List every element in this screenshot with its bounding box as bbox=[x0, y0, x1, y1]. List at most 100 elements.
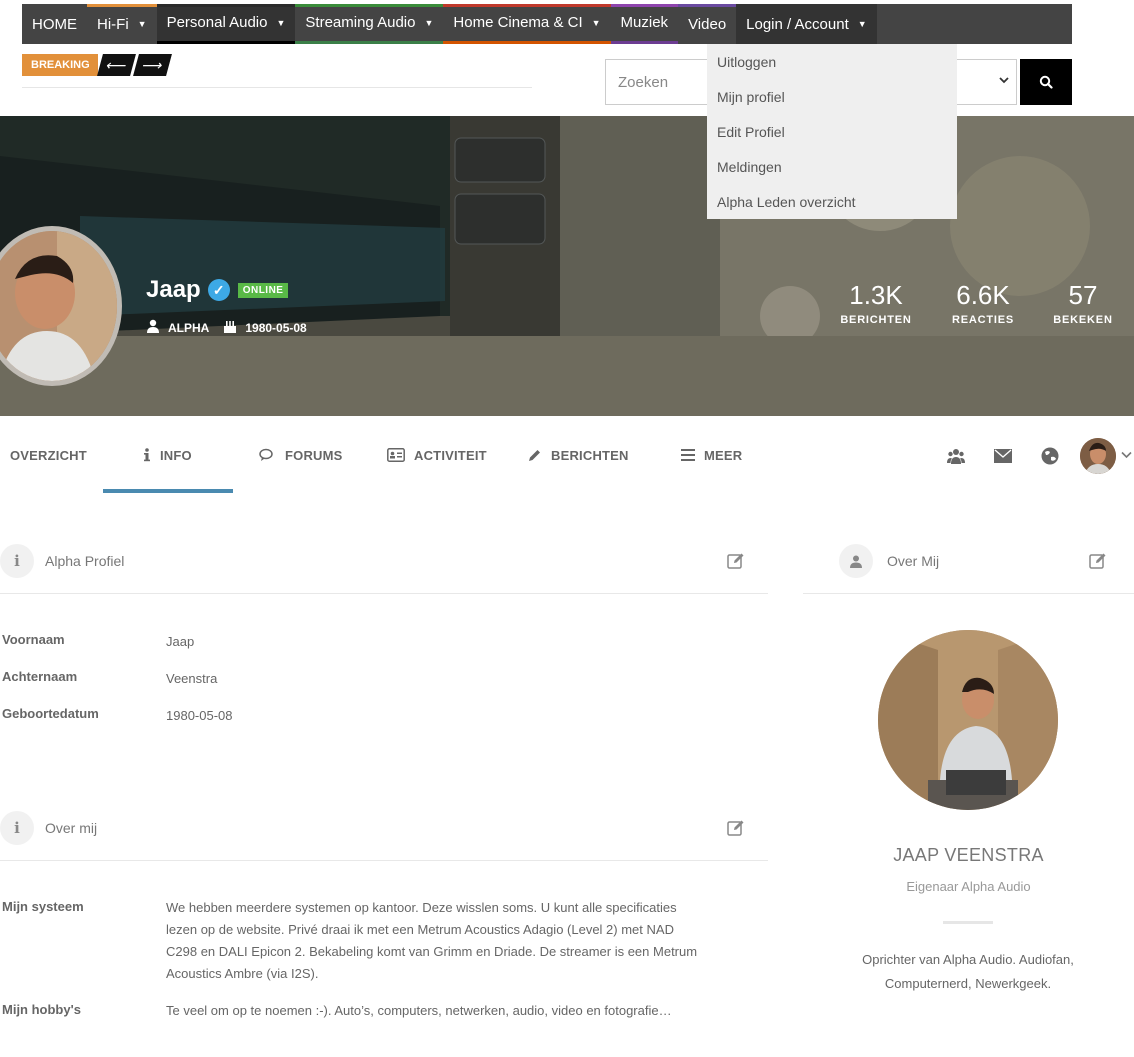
birthdate-text: 1980-05-08 bbox=[245, 320, 307, 335]
user-icon bbox=[839, 544, 873, 578]
nav-login-account[interactable]: Login / Account ▼ bbox=[736, 4, 877, 44]
id-card-icon bbox=[387, 448, 405, 462]
card-title: Over Mij bbox=[887, 553, 940, 569]
nav-hifi[interactable]: Hi-Fi ▼ bbox=[87, 4, 157, 44]
tab-label: BERICHTEN bbox=[551, 447, 629, 463]
chevron-down-icon[interactable] bbox=[1121, 450, 1132, 462]
users-icon[interactable] bbox=[946, 446, 966, 466]
stat-bekeken: 57 BEKEKEN bbox=[1050, 280, 1116, 326]
chat-icon bbox=[259, 448, 276, 462]
nav-home-cinema[interactable]: Home Cinema & CI ▼ bbox=[443, 4, 611, 44]
nav-hifi-label: Hi-Fi bbox=[97, 15, 129, 33]
envelope-icon[interactable] bbox=[993, 446, 1013, 466]
stat-reacties: 6.6K REACTIES bbox=[943, 280, 1023, 326]
user-menu-avatar[interactable] bbox=[1080, 438, 1116, 474]
chevron-down-icon: ▼ bbox=[424, 17, 434, 28]
field-value: Veenstra bbox=[166, 671, 218, 686]
profile-photo bbox=[878, 630, 1058, 810]
tab-label: OVERZICHT bbox=[10, 447, 87, 463]
chevron-down-icon[interactable] bbox=[998, 74, 1010, 89]
nav-home-cinema-label: Home Cinema & CI bbox=[453, 14, 583, 31]
active-tab-indicator bbox=[103, 489, 233, 493]
main-nav: HOME Hi-Fi ▼ Personal Audio ▼ Streaming Au… bbox=[22, 4, 1072, 44]
stat-value: 6.6K bbox=[956, 280, 1010, 310]
nav-personal-audio-label: Personal Audio bbox=[166, 14, 268, 31]
field-value: Jaap bbox=[166, 634, 195, 649]
field-label: Mijn systeem bbox=[2, 899, 84, 914]
user-photo-small bbox=[1080, 438, 1116, 474]
stat-label: BEKEKEN bbox=[1053, 314, 1113, 326]
about-name: JAAP VEENSTRA bbox=[893, 845, 1044, 865]
profile-name: Jaap bbox=[146, 276, 201, 303]
account-dropdown: Uitloggen Mijn profiel Edit Profiel Meld… bbox=[707, 44, 957, 219]
tab-label: FORUMS bbox=[285, 447, 343, 463]
menu-item-edit-profiel[interactable]: Edit Profiel bbox=[707, 114, 957, 149]
nav-streaming-audio[interactable]: Streaming Audio ▼ bbox=[295, 4, 444, 44]
chevron-down-icon: ▼ bbox=[591, 17, 601, 28]
user-icon bbox=[146, 319, 160, 336]
nav-muziek-label: Muziek bbox=[620, 14, 669, 31]
field-value: 1980-05-08 bbox=[166, 708, 233, 723]
field-value: We hebben meerdere systemen op kantoor. … bbox=[166, 900, 698, 981]
menu-item-mijn-profiel[interactable]: Mijn profiel bbox=[707, 79, 957, 114]
menu-item-meldingen[interactable]: Meldingen bbox=[707, 149, 957, 184]
breaking-bar: BREAKING ⟵ ⟶ bbox=[22, 54, 532, 88]
about-bio: Oprichter van Alpha Audio. Audiofan, Com… bbox=[862, 952, 1074, 991]
chevron-down-icon: ▼ bbox=[276, 17, 286, 28]
info-icon bbox=[143, 448, 151, 462]
stat-value: 57 bbox=[1068, 280, 1098, 310]
tab-info[interactable]: INFO bbox=[143, 416, 192, 494]
field-label: Voornaam bbox=[2, 632, 65, 647]
chevron-down-icon: ▼ bbox=[857, 19, 867, 29]
verified-icon: ✓ bbox=[207, 279, 230, 301]
menu-item-alpha-leden[interactable]: Alpha Leden overzicht bbox=[707, 184, 957, 219]
edit-icon[interactable] bbox=[727, 552, 745, 570]
profile-role: ALPHA bbox=[146, 319, 209, 336]
role-text: ALPHA bbox=[168, 320, 210, 335]
nav-streaming-audio-label: Streaming Audio bbox=[305, 14, 416, 31]
menu-item-uitloggen[interactable]: Uitloggen bbox=[707, 44, 957, 79]
menu-icon bbox=[681, 449, 695, 461]
user-photo-large bbox=[878, 630, 1058, 810]
search-button[interactable] bbox=[1020, 59, 1072, 105]
nav-video[interactable]: Video bbox=[678, 4, 737, 44]
chevron-down-icon: ▼ bbox=[137, 19, 147, 29]
tab-overzicht[interactable]: OVERZICHT bbox=[10, 416, 87, 494]
cake-icon bbox=[223, 319, 237, 336]
nav-login-account-label: Login / Account bbox=[746, 15, 849, 33]
info-icon: i bbox=[0, 544, 34, 578]
prev-arrow-icon[interactable]: ⟵ bbox=[97, 54, 136, 76]
nav-personal-audio[interactable]: Personal Audio ▼ bbox=[156, 4, 296, 44]
field-value: Te veel om op te noemen :-). Auto’s, com… bbox=[166, 1003, 672, 1018]
profile-name-row: Jaap ✓ ONLINE bbox=[146, 276, 289, 304]
divider bbox=[943, 921, 993, 924]
nav-home-label: HOME bbox=[32, 15, 77, 33]
next-arrow-icon[interactable]: ⟶ bbox=[133, 54, 172, 76]
stat-label: BERICHTEN bbox=[840, 314, 912, 326]
tab-meer[interactable]: MEER bbox=[681, 416, 742, 494]
edit-icon[interactable] bbox=[1089, 552, 1107, 570]
tab-berichten[interactable]: BERICHTEN bbox=[527, 416, 629, 494]
tab-label: INFO bbox=[160, 447, 192, 463]
about-role: Eigenaar Alpha Audio bbox=[906, 879, 1031, 894]
stat-value: 1.3K bbox=[849, 280, 903, 310]
tab-label: ACTIVITEIT bbox=[414, 447, 487, 463]
nav-home[interactable]: HOME bbox=[22, 4, 87, 44]
over-mij-header: i Over mij bbox=[0, 811, 768, 861]
breaking-label: BREAKING bbox=[22, 54, 98, 76]
profile-meta: ALPHA 1980-05-08 bbox=[146, 319, 321, 336]
search-placeholder: Zoeken bbox=[618, 74, 669, 91]
nav-muziek[interactable]: Muziek bbox=[610, 4, 679, 44]
field-label: Achternaam bbox=[2, 669, 78, 684]
edit-icon[interactable] bbox=[727, 819, 745, 837]
tab-label: MEER bbox=[704, 447, 743, 463]
nav-video-label: Video bbox=[688, 15, 727, 33]
profile-birthdate: 1980-05-08 bbox=[223, 319, 307, 336]
info-icon: i bbox=[0, 811, 34, 845]
globe-icon[interactable] bbox=[1040, 446, 1060, 466]
field-label: Mijn hobby's bbox=[2, 1002, 81, 1017]
tab-activiteit[interactable]: ACTIVITEIT bbox=[387, 416, 487, 494]
status-badge: ONLINE bbox=[237, 282, 289, 298]
tab-forums[interactable]: FORUMS bbox=[259, 416, 343, 494]
search-icon bbox=[1039, 75, 1053, 89]
